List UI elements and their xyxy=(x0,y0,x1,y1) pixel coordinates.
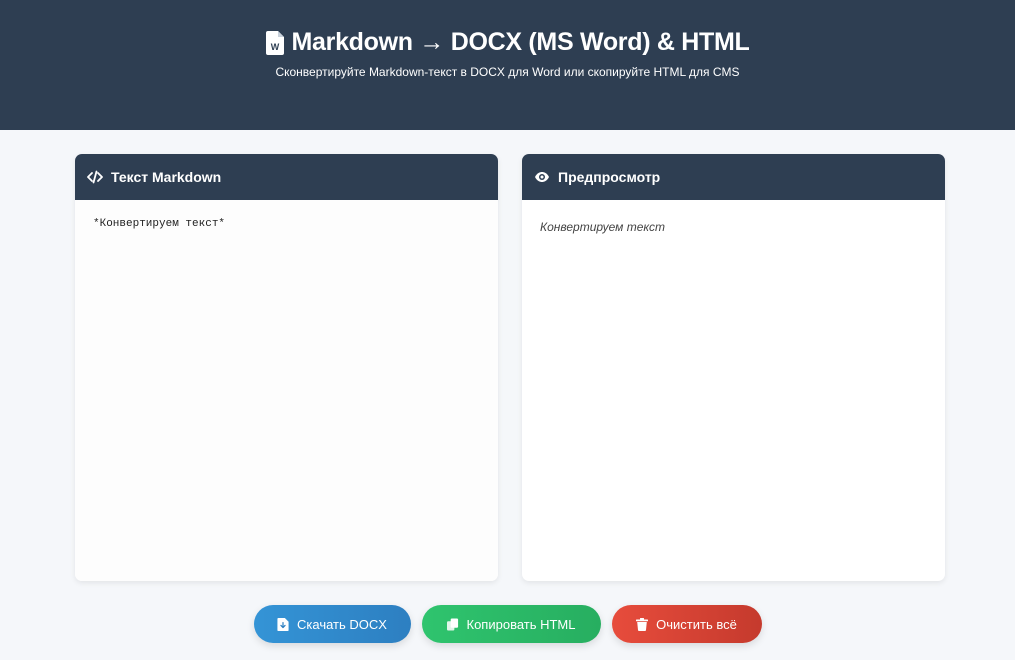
download-docx-label: Скачать DOCX xyxy=(297,616,387,632)
clear-all-button[interactable]: Очистить всё xyxy=(611,605,762,643)
panels-container: Текст Markdown *Конвертируем текст* Пред… xyxy=(75,154,945,581)
copy-icon xyxy=(446,618,458,630)
preview-text: Конвертируем текст xyxy=(540,220,665,234)
trash-icon xyxy=(636,617,649,631)
copy-html-button[interactable]: Копировать HTML xyxy=(421,605,601,643)
preview-panel: Предпросмотр Конвертируем текст xyxy=(522,154,945,581)
download-docx-button[interactable]: Скачать DOCX xyxy=(253,605,411,643)
markdown-panel-title: Текст Markdown xyxy=(111,169,222,185)
page-header: W Markdown → DOCX (MS Word) & HTML Сконв… xyxy=(0,0,1015,130)
file-download-icon xyxy=(277,617,289,631)
preview-panel-header: Предпросмотр xyxy=(522,154,945,200)
markdown-panel: Текст Markdown *Конвертируем текст* xyxy=(75,154,498,581)
title-row: W Markdown → DOCX (MS Word) & HTML xyxy=(0,28,1015,57)
clear-all-label: Очистить всё xyxy=(656,616,737,632)
action-buttons: Скачать DOCX Копировать HTML Очистить вс… xyxy=(0,605,1015,643)
preview-content: Конвертируем текст xyxy=(522,200,945,581)
code-icon xyxy=(87,170,103,184)
page-title: Markdown → DOCX (MS Word) & HTML xyxy=(291,28,750,56)
markdown-input[interactable]: *Конвертируем текст* xyxy=(75,200,498,581)
copy-html-label: Копировать HTML xyxy=(466,616,576,632)
eye-icon xyxy=(535,172,549,182)
preview-panel-title: Предпросмотр xyxy=(558,169,661,185)
svg-text:W: W xyxy=(270,42,279,52)
page-subtitle: Сконвертируйте Markdown-текст в DOCX для… xyxy=(275,65,740,79)
markdown-panel-header: Текст Markdown xyxy=(75,154,498,200)
file-word-icon: W xyxy=(265,30,284,55)
